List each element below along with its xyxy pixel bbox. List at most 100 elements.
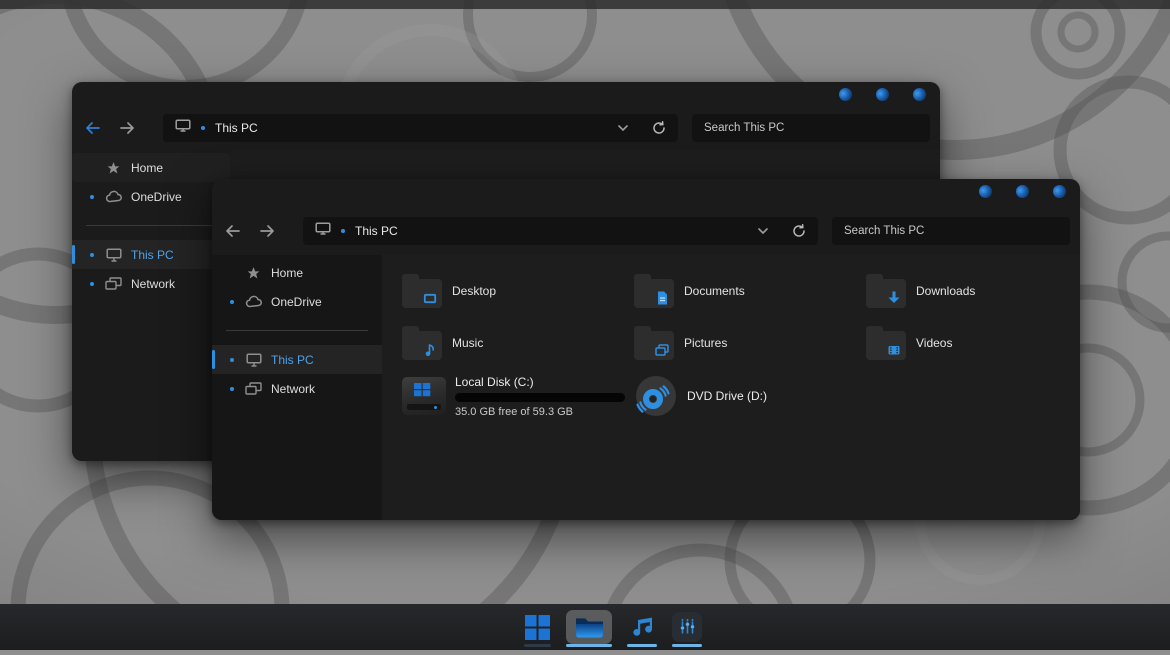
disk-free-text: 35.0 GB free of 59.3 GB [455,406,625,418]
refresh-icon[interactable] [652,121,666,135]
pictures-glyph-icon [654,342,670,358]
this-pc-monitor-icon [315,222,331,240]
disk-usage-bar [455,393,625,402]
search-box [832,217,1070,245]
folder-pictures[interactable]: Pictures [634,317,866,369]
search-box [692,114,930,142]
active-app-highlight [566,610,612,644]
search-input[interactable] [692,114,930,142]
documents-glyph-icon [654,290,670,306]
explorer-window-front: This PC Desktop Do [212,179,1080,520]
maximize-button[interactable] [1016,185,1029,198]
navigation-pane: Home OneDrive This PC Network [212,255,382,520]
music-glyph-icon [422,342,438,358]
sidebar-item-this-pc[interactable]: This PC [72,240,230,269]
expand-dot-icon[interactable] [90,195,94,199]
network-icon [104,277,123,291]
file-list-area: Desktop Documents Downloads Music [382,255,1080,520]
expand-dot-icon[interactable] [90,282,94,286]
refresh-icon[interactable] [792,224,806,238]
this-pc-monitor-icon [104,248,123,262]
minimize-button[interactable] [839,88,852,101]
address-path: This PC [215,121,258,135]
network-icon [244,382,263,396]
breadcrumb-separator-icon [201,126,205,130]
close-button[interactable] [1053,185,1066,198]
address-path: This PC [355,224,398,238]
drive-dvd[interactable]: DVD Drive (D:) [634,374,866,418]
sidebar-item-home[interactable]: Home [72,153,230,182]
taskbar-music-button[interactable] [624,604,660,650]
taskbar-explorer-button[interactable] [563,604,615,650]
folder-icon [402,331,442,360]
sidebar-divider [86,225,216,226]
dvd-disc-icon [634,374,678,418]
expand-dot-icon[interactable] [90,253,94,257]
navigation-toolbar: This PC [212,217,1080,245]
taskbar [0,604,1170,650]
expand-dot-icon[interactable] [230,387,234,391]
address-bar[interactable]: This PC [163,114,678,142]
folder-icon [634,279,674,308]
taskbar-items [521,604,705,650]
taskbar-active-indicator [627,644,657,647]
drive-tiles: Local Disk (C:) 35.0 GB free of 59.3 GB [402,374,866,418]
minimize-button[interactable] [979,185,992,198]
onedrive-cloud-icon [104,190,123,204]
maximize-button[interactable] [876,88,889,101]
close-button[interactable] [913,88,926,101]
expand-dot-icon[interactable] [230,300,234,304]
home-star-icon [104,161,123,175]
file-explorer-folder-icon [574,615,605,640]
folder-icon [866,279,906,308]
address-bar[interactable]: This PC [303,217,818,245]
expand-dot-icon[interactable] [230,358,234,362]
folder-videos[interactable]: Videos [866,317,1098,369]
arrow-left-icon [225,224,241,238]
folder-icon [402,279,442,308]
folder-icon [866,331,906,360]
drive-led-icon [434,406,437,409]
taskbar-active-indicator [524,644,551,647]
title-bar[interactable] [72,82,940,112]
address-dropdown-chevron-icon[interactable] [758,228,768,234]
taskbar-start-button[interactable] [521,604,554,650]
hard-drive-icon [402,376,446,416]
folder-documents[interactable]: Documents [634,265,866,317]
sidebar-item-network[interactable]: Network [72,269,230,298]
taskbar-mixer-button[interactable] [669,604,705,650]
folder-tiles: Desktop Documents Downloads Music [402,265,1098,369]
this-pc-monitor-icon [244,353,263,367]
sidebar-item-onedrive[interactable]: OneDrive [72,182,230,211]
taskbar-active-indicator [672,644,702,647]
drive-local-disk[interactable]: Local Disk (C:) 35.0 GB free of 59.3 GB [402,374,634,418]
folder-icon [634,331,674,360]
sidebar-divider [226,330,368,331]
sidebar-item-this-pc[interactable]: This PC [212,345,382,374]
taskbar-active-indicator [566,644,612,647]
folder-desktop[interactable]: Desktop [402,265,634,317]
navigation-pane: Home OneDrive This PC Network [72,150,230,461]
arrow-left-icon [85,121,101,135]
folder-music[interactable]: Music [402,317,634,369]
forward-button[interactable] [114,114,140,142]
search-input[interactable] [832,217,1070,245]
sidebar-item-network[interactable]: Network [212,374,382,403]
navigation-toolbar: This PC [72,114,940,142]
breadcrumb-separator-icon [341,229,345,233]
folder-downloads[interactable]: Downloads [866,265,1098,317]
sidebar-item-home[interactable]: Home [212,258,382,287]
forward-button[interactable] [254,217,280,245]
back-button[interactable] [80,114,106,142]
title-bar[interactable] [212,179,1080,209]
home-star-icon [244,266,263,280]
arrow-right-icon [259,224,275,238]
back-button[interactable] [220,217,246,245]
arrow-right-icon [119,121,135,135]
sidebar-item-onedrive[interactable]: OneDrive [212,287,382,316]
windows-start-icon [524,614,551,641]
window-controls [839,88,926,101]
desktop-glyph-icon [422,290,438,306]
windows-logo-icon [414,383,431,397]
address-dropdown-chevron-icon[interactable] [618,125,628,131]
